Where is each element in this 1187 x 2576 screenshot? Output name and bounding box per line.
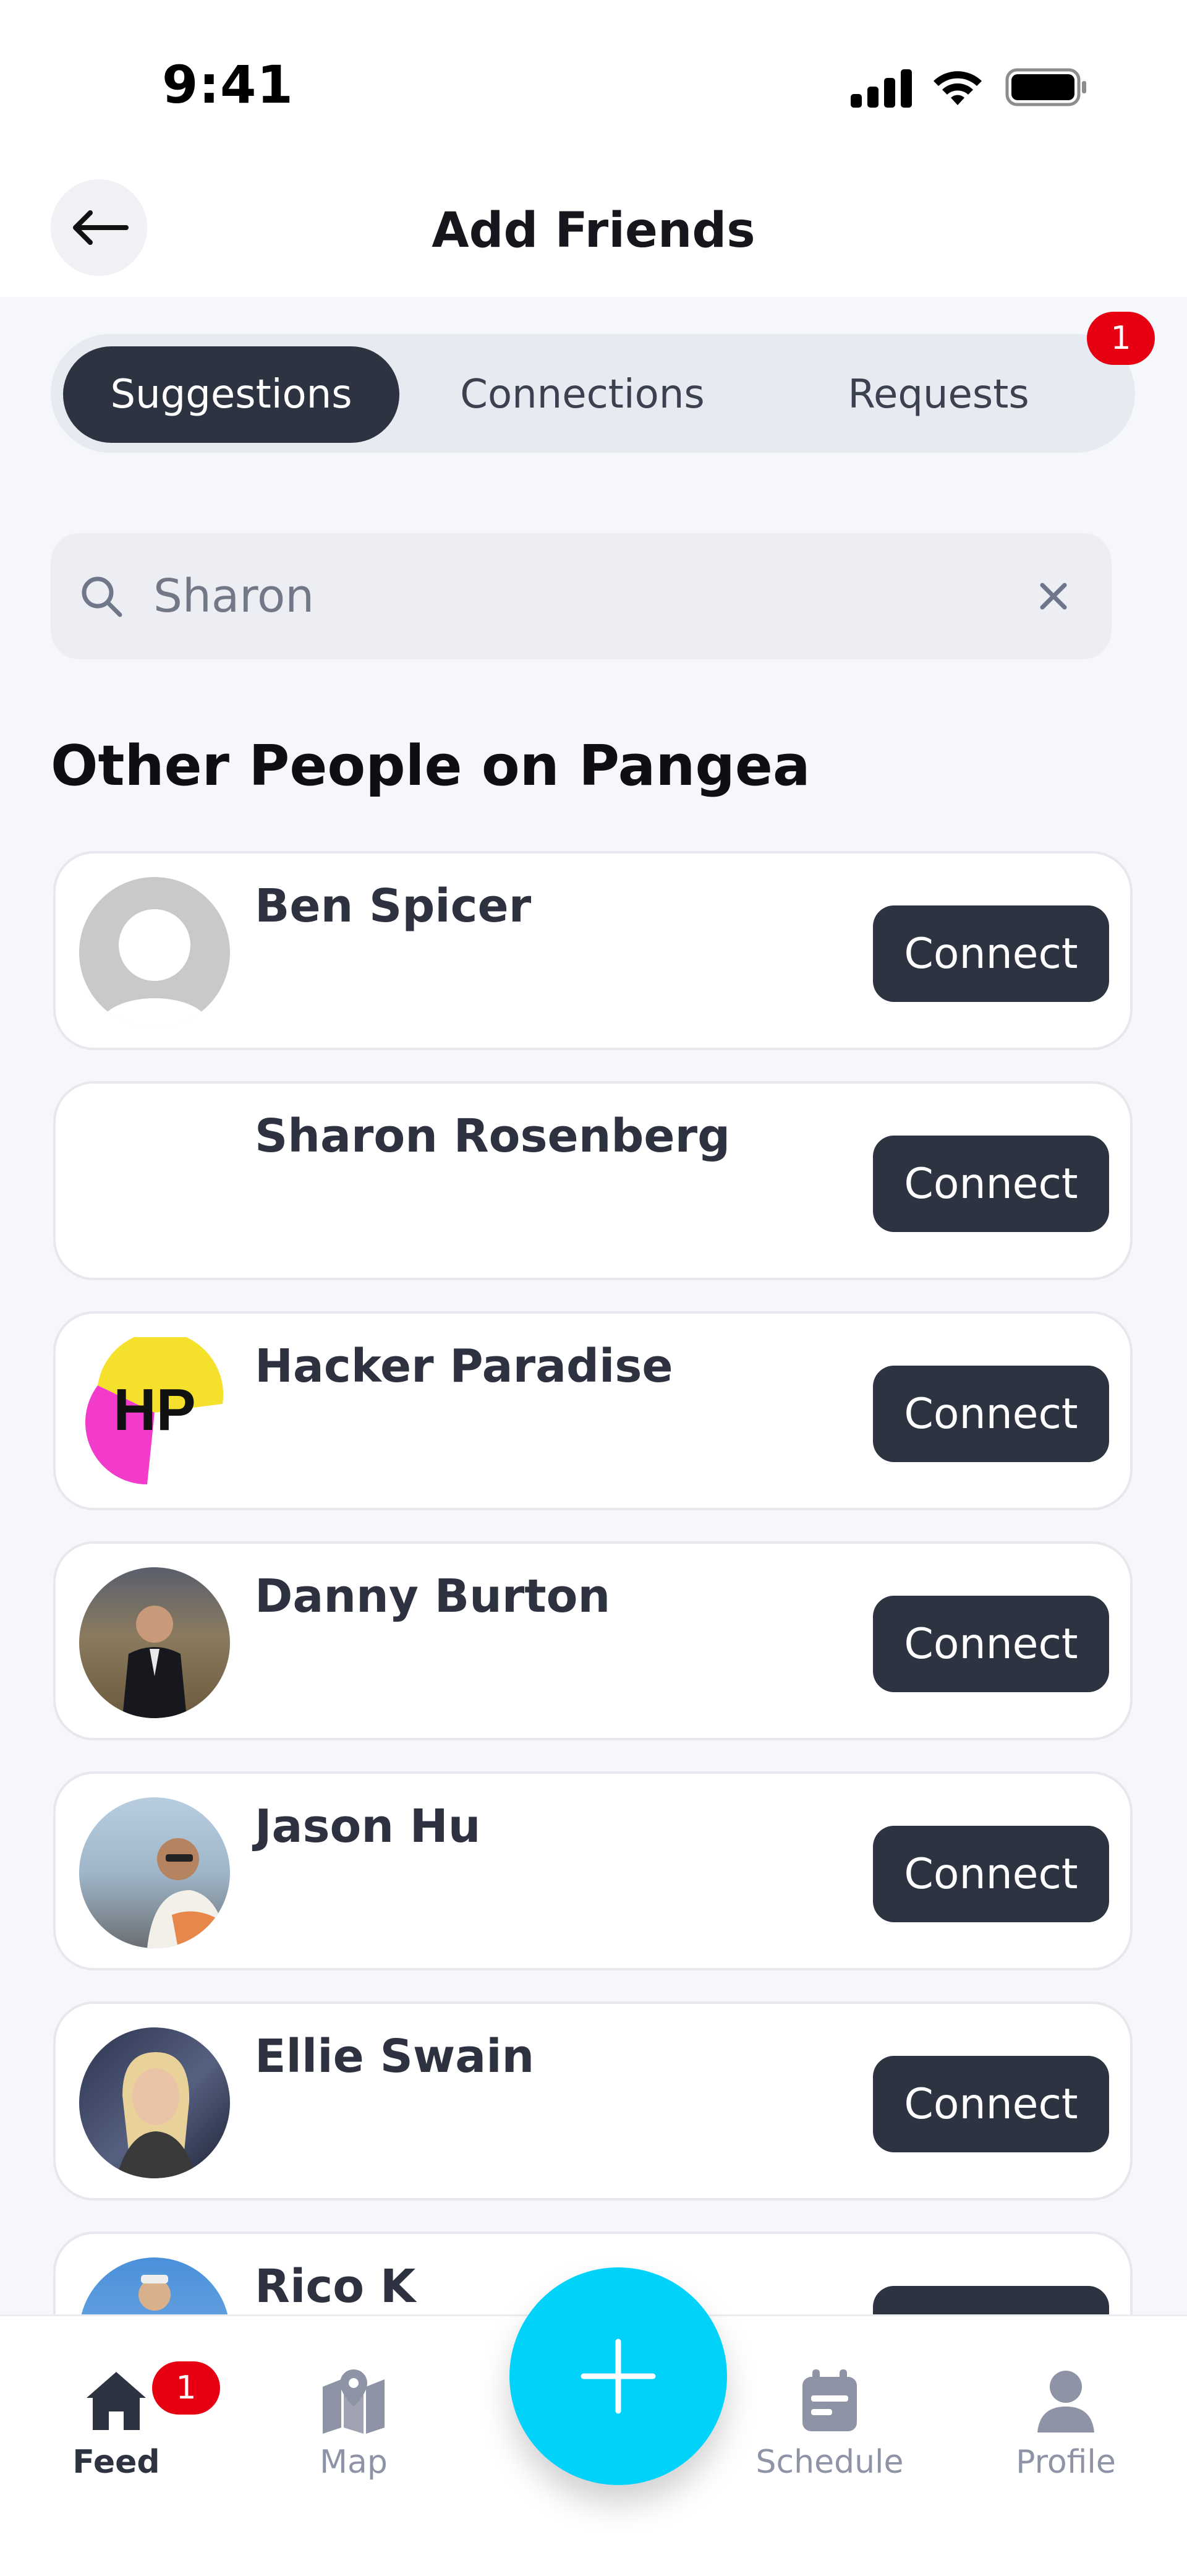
search-bar: [51, 533, 1112, 659]
list-item: Ellie Swain Connect: [53, 2001, 1133, 2201]
person-icon: [1037, 2371, 1094, 2433]
plus-icon: [581, 2339, 656, 2414]
hacker-paradise-logo: HP: [85, 1331, 226, 1487]
tab-label: Requests: [848, 372, 1029, 417]
svg-text:HP: HP: [113, 1377, 195, 1443]
connect-button[interactable]: Connect: [873, 1366, 1109, 1462]
tab-label: Connections: [460, 372, 705, 417]
connect-button[interactable]: Connect: [873, 1596, 1109, 1692]
page-title: Add Friends: [432, 203, 755, 259]
list-item: HP Hacker Paradise Connect: [53, 1311, 1133, 1510]
list-item: Danny Burton Connect: [53, 1541, 1133, 1740]
tab-label: Suggestions: [110, 372, 352, 417]
connect-button[interactable]: Connect: [873, 1136, 1109, 1232]
avatar: [79, 2027, 230, 2178]
person-photo: [147, 1838, 228, 1948]
connect-button[interactable]: Connect: [873, 1826, 1109, 1922]
avatar: [79, 1797, 230, 1948]
person-name: Hacker Paradise: [255, 1340, 673, 1393]
person-photo: [116, 2052, 197, 2178]
add-button[interactable]: [509, 2267, 727, 2485]
status-time: 9:41: [162, 54, 294, 115]
cellular-signal-icon: [851, 69, 913, 108]
tab-label: Schedule: [755, 2444, 904, 2481]
person-name: Sharon Rosenberg: [255, 1110, 731, 1163]
list-item: Ben Spicer Connect: [53, 851, 1133, 1050]
list-item: Sharon Rosenberg Connect: [53, 1081, 1133, 1280]
person-name: Rico K: [255, 2260, 416, 2313]
connect-button[interactable]: Connect: [873, 2056, 1109, 2152]
map-icon: [323, 2369, 385, 2434]
status-bar: 9:41: [0, 0, 1187, 167]
wifi-icon: [934, 71, 982, 105]
tab-label: Feed: [72, 2444, 160, 2481]
person-name: Ben Spicer: [255, 879, 532, 933]
avatar: HP: [79, 1331, 230, 1488]
list-item: Jason Hu Connect: [53, 1771, 1133, 1971]
tab-label: Profile: [1016, 2444, 1116, 2481]
tab-suggestions[interactable]: Suggestions: [63, 346, 399, 443]
tab-requests[interactable]: Requests: [778, 346, 1099, 443]
person-photo: [122, 1606, 187, 1718]
people-list[interactable]: Ben Spicer Connect Sharon Rosenberg Conn…: [0, 847, 1187, 2314]
tab-schedule[interactable]: Schedule: [755, 2366, 904, 2489]
tab-label: Map: [320, 2444, 388, 2481]
person-name: Jason Hu: [255, 1800, 481, 1853]
calendar-icon: [802, 2369, 857, 2431]
search-icon: [82, 576, 122, 617]
avatar: [79, 877, 230, 1028]
home-icon: [87, 2372, 146, 2430]
connect-button[interactable]: Connect: [873, 2286, 1109, 2314]
default-avatar-icon: [98, 909, 211, 1028]
person-name: Danny Burton: [255, 1570, 611, 1623]
person-photo: [138, 2275, 171, 2311]
tab-connections[interactable]: Connections: [422, 346, 743, 443]
feed-badge: 1: [152, 2361, 220, 2415]
avatar: [79, 1107, 230, 1258]
tab-map[interactable]: Map: [279, 2366, 428, 2489]
person-name: Ellie Swain: [255, 2030, 535, 2083]
friends-tabs: Suggestions Connections Requests: [51, 334, 1135, 453]
requests-badge: 1: [1087, 312, 1155, 365]
header: Add Friends: [0, 167, 1187, 297]
battery-icon: [1005, 68, 1086, 106]
tab-profile[interactable]: Profile: [992, 2366, 1140, 2489]
close-icon[interactable]: [1029, 571, 1078, 621]
search-input[interactable]: [153, 552, 957, 641]
avatar: [79, 1567, 230, 1718]
avatar: [79, 2257, 230, 2314]
section-title: Other People on Pangea: [51, 734, 810, 798]
connect-button[interactable]: Connect: [873, 905, 1109, 1002]
